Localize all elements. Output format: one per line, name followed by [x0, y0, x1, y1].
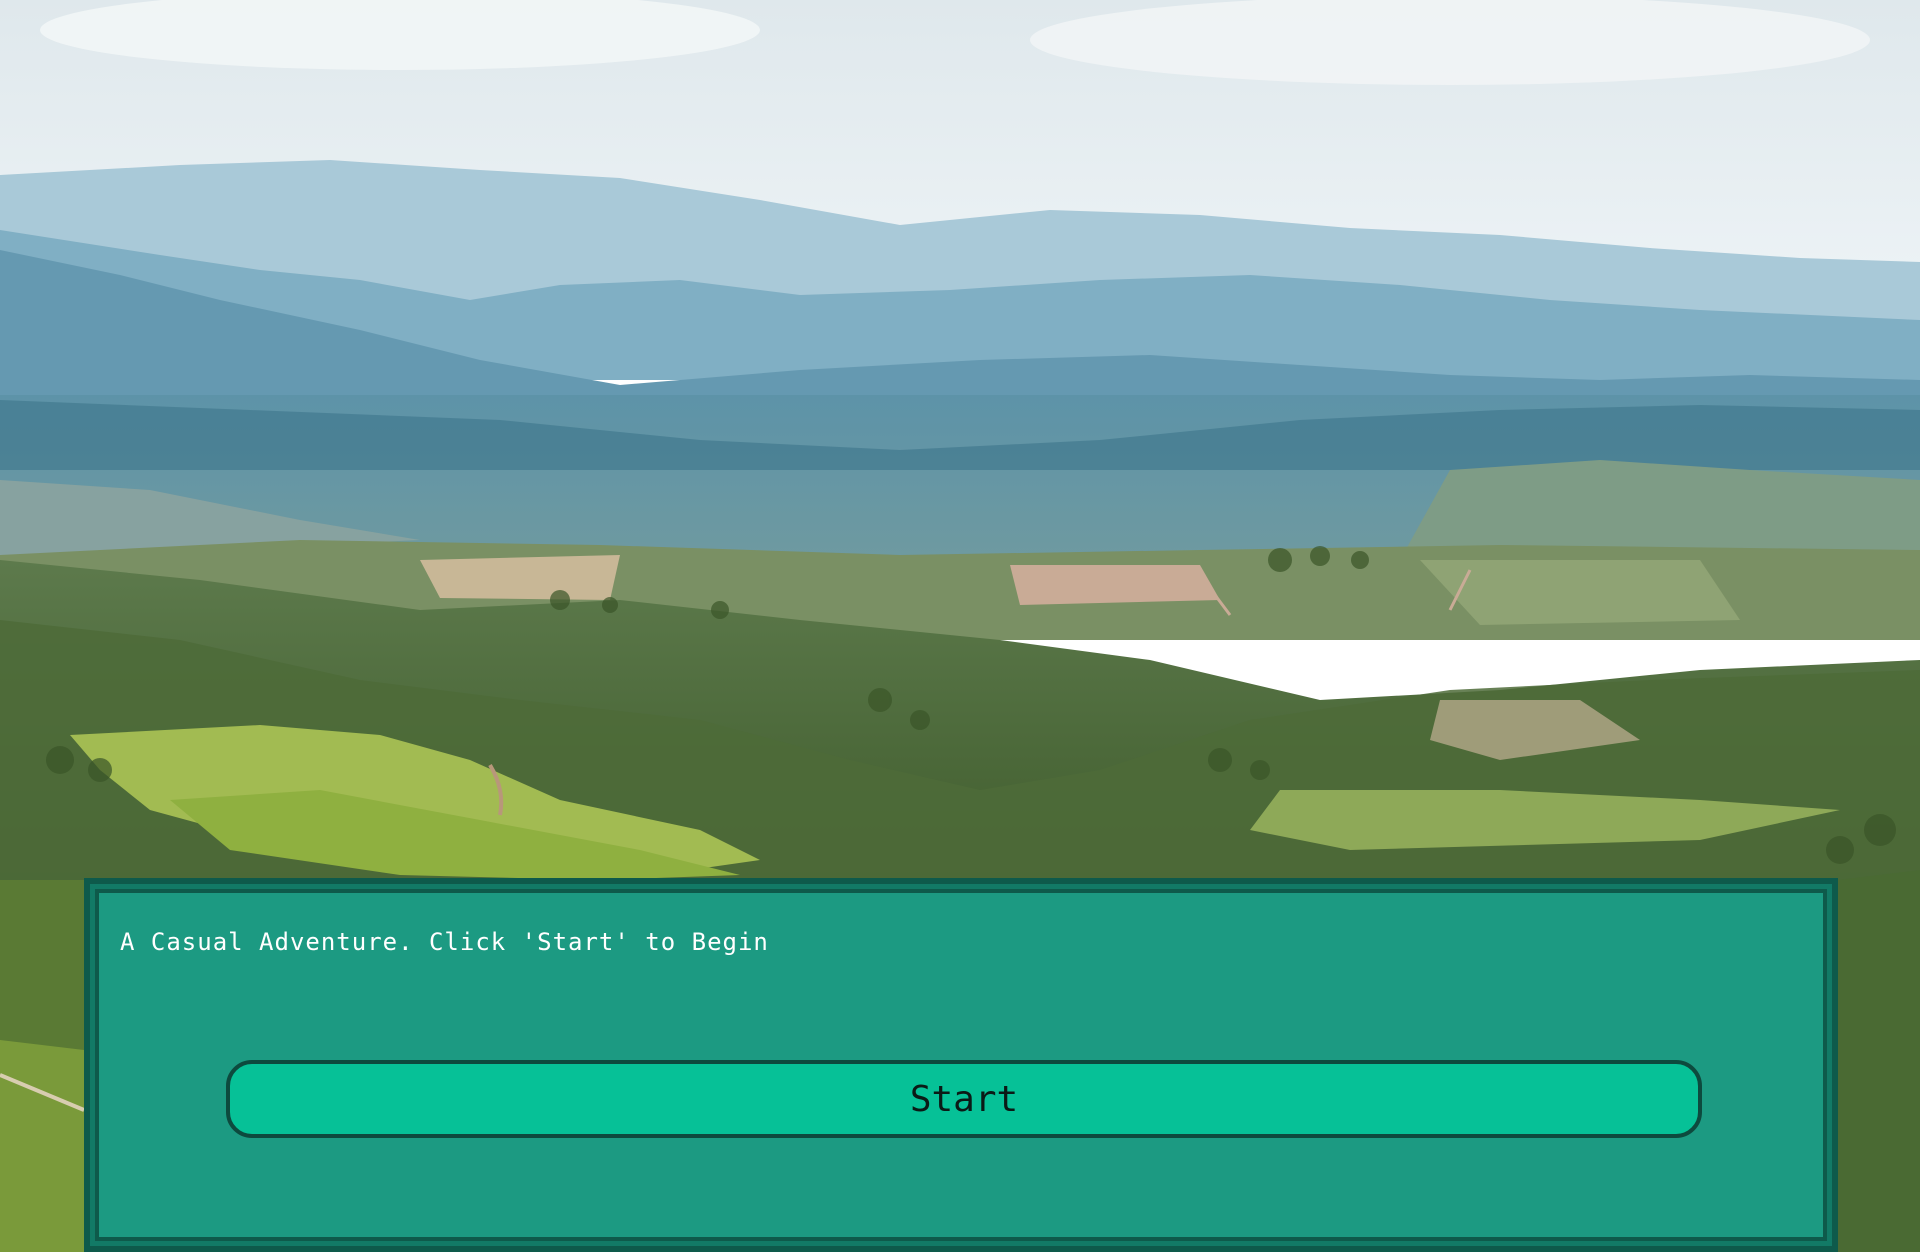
- dialog-message: A Casual Adventure. Click 'Start' to Beg…: [120, 928, 769, 956]
- start-button[interactable]: Start: [226, 1060, 1702, 1138]
- dialog-panel: A Casual Adventure. Click 'Start' to Beg…: [84, 878, 1838, 1252]
